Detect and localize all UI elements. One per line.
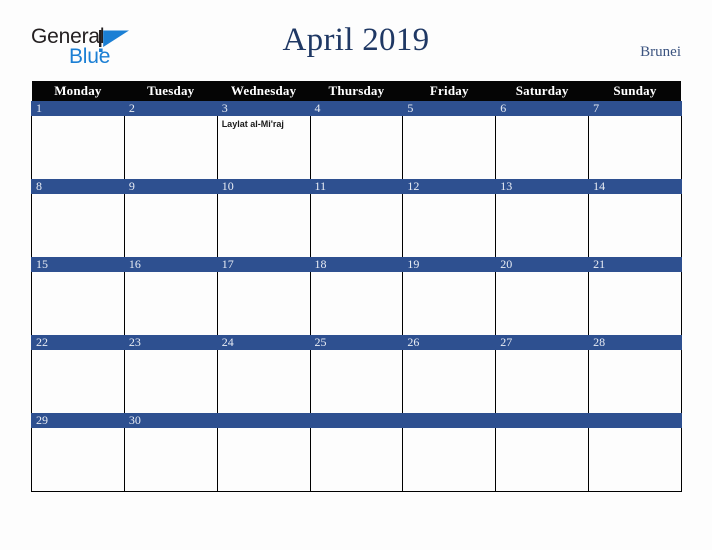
day-cell[interactable]: [123, 350, 218, 413]
date-number[interactable]: 21: [588, 257, 682, 272]
date-number[interactable]: 12: [402, 179, 497, 194]
day-cell[interactable]: [495, 194, 590, 257]
day-cell[interactable]: [402, 350, 497, 413]
day-cell[interactable]: [588, 428, 682, 492]
date-number[interactable]: 14: [588, 179, 682, 194]
date-number[interactable]: 17: [216, 257, 311, 272]
week-date-band: 15 16 17 18 19 20 21: [31, 257, 682, 272]
date-number[interactable]: 24: [216, 335, 311, 350]
weekday-header-friday: Friday: [402, 81, 496, 101]
calendar-grid-container: Monday Tuesday Wednesday Thursday Friday…: [31, 81, 682, 492]
day-cell[interactable]: [216, 350, 311, 413]
weekday-header-saturday: Saturday: [495, 81, 589, 101]
date-number[interactable]: 22: [31, 335, 125, 350]
date-number[interactable]: 8: [31, 179, 125, 194]
date-number[interactable]: 2: [123, 101, 218, 116]
day-cell[interactable]: [309, 194, 404, 257]
date-number[interactable]: 15: [31, 257, 125, 272]
day-cell[interactable]: [123, 116, 218, 179]
day-cell[interactable]: [123, 428, 218, 492]
week-row: [31, 350, 682, 413]
weekday-header-row: Monday Tuesday Wednesday Thursday Friday…: [31, 81, 682, 101]
calendar-body: 1 2 3 4 5 6 7 Laylat al-Mi'raj 8 9 10 11 12 13 14 15 16 1…: [31, 101, 682, 492]
date-number[interactable]: 20: [495, 257, 590, 272]
date-number[interactable]: 30: [123, 413, 218, 428]
day-cell[interactable]: [123, 194, 218, 257]
date-number-empty: [216, 413, 311, 428]
date-number[interactable]: 29: [31, 413, 125, 428]
day-cell[interactable]: [402, 116, 497, 179]
day-cell[interactable]: [309, 428, 404, 492]
date-number[interactable]: 4: [309, 101, 404, 116]
country-label: Brunei: [640, 44, 681, 60]
date-number[interactable]: 11: [309, 179, 404, 194]
week-row: [31, 194, 682, 257]
day-cell[interactable]: [495, 428, 590, 492]
date-number-empty: [495, 413, 590, 428]
calendar-weekday-header: Monday Tuesday Wednesday Thursday Friday…: [31, 81, 682, 101]
week-date-band: 22 23 24 25 26 27 28: [31, 335, 682, 350]
date-number[interactable]: 6: [495, 101, 590, 116]
date-number[interactable]: 9: [123, 179, 218, 194]
week-row: [31, 272, 682, 335]
date-number[interactable]: 10: [216, 179, 311, 194]
date-number[interactable]: 13: [495, 179, 590, 194]
weekday-header-sunday: Sunday: [588, 81, 682, 101]
day-cell[interactable]: [216, 272, 311, 335]
day-cell[interactable]: [216, 194, 311, 257]
day-cell[interactable]: [309, 272, 404, 335]
day-cell[interactable]: [402, 428, 497, 492]
day-cell[interactable]: [588, 272, 682, 335]
weekday-header-monday: Monday: [31, 81, 125, 101]
date-number[interactable]: 7: [588, 101, 682, 116]
week-date-band: 29 30: [31, 413, 682, 428]
day-cell[interactable]: [123, 272, 218, 335]
day-cell[interactable]: Laylat al-Mi'raj: [216, 116, 311, 179]
date-number[interactable]: 23: [123, 335, 218, 350]
day-cell[interactable]: [402, 272, 497, 335]
week-row: [31, 428, 682, 492]
date-number-empty: [309, 413, 404, 428]
weekday-header-thursday: Thursday: [310, 81, 403, 101]
weekday-header-tuesday: Tuesday: [124, 81, 218, 101]
day-cell[interactable]: [309, 116, 404, 179]
day-cell[interactable]: [402, 194, 497, 257]
date-number[interactable]: 5: [402, 101, 497, 116]
date-number[interactable]: 27: [495, 335, 590, 350]
day-cell[interactable]: [588, 116, 682, 179]
date-number[interactable]: 28: [588, 335, 682, 350]
weekday-header-wednesday: Wednesday: [217, 81, 311, 101]
day-cell[interactable]: [495, 116, 590, 179]
page-header: General Blue April 2019 Brunei: [0, 0, 712, 80]
date-number[interactable]: 19: [402, 257, 497, 272]
date-number-empty: [588, 413, 682, 428]
day-event-label: Laylat al-Mi'raj: [221, 119, 284, 129]
date-number-empty: [402, 413, 497, 428]
day-cell[interactable]: [588, 350, 682, 413]
calendar-table: Monday Tuesday Wednesday Thursday Friday…: [31, 81, 682, 492]
date-number[interactable]: 25: [309, 335, 404, 350]
day-cell[interactable]: [31, 428, 125, 492]
day-cell[interactable]: [309, 350, 404, 413]
date-number[interactable]: 3: [216, 101, 311, 116]
day-cell[interactable]: [495, 272, 590, 335]
week-row: Laylat al-Mi'raj: [31, 116, 682, 179]
day-cell[interactable]: [31, 116, 125, 179]
day-cell[interactable]: [216, 428, 311, 492]
day-cell[interactable]: [495, 350, 590, 413]
week-date-band: 8 9 10 11 12 13 14: [31, 179, 682, 194]
day-cell[interactable]: [31, 272, 125, 335]
day-cell[interactable]: [31, 194, 125, 257]
date-number[interactable]: 1: [31, 101, 125, 116]
date-number[interactable]: 16: [123, 257, 218, 272]
date-number[interactable]: 18: [309, 257, 404, 272]
day-cell[interactable]: [588, 194, 682, 257]
date-number[interactable]: 26: [402, 335, 497, 350]
week-date-band: 1234567: [31, 101, 682, 116]
page-title: April 2019: [282, 22, 430, 58]
day-cell[interactable]: [31, 350, 125, 413]
